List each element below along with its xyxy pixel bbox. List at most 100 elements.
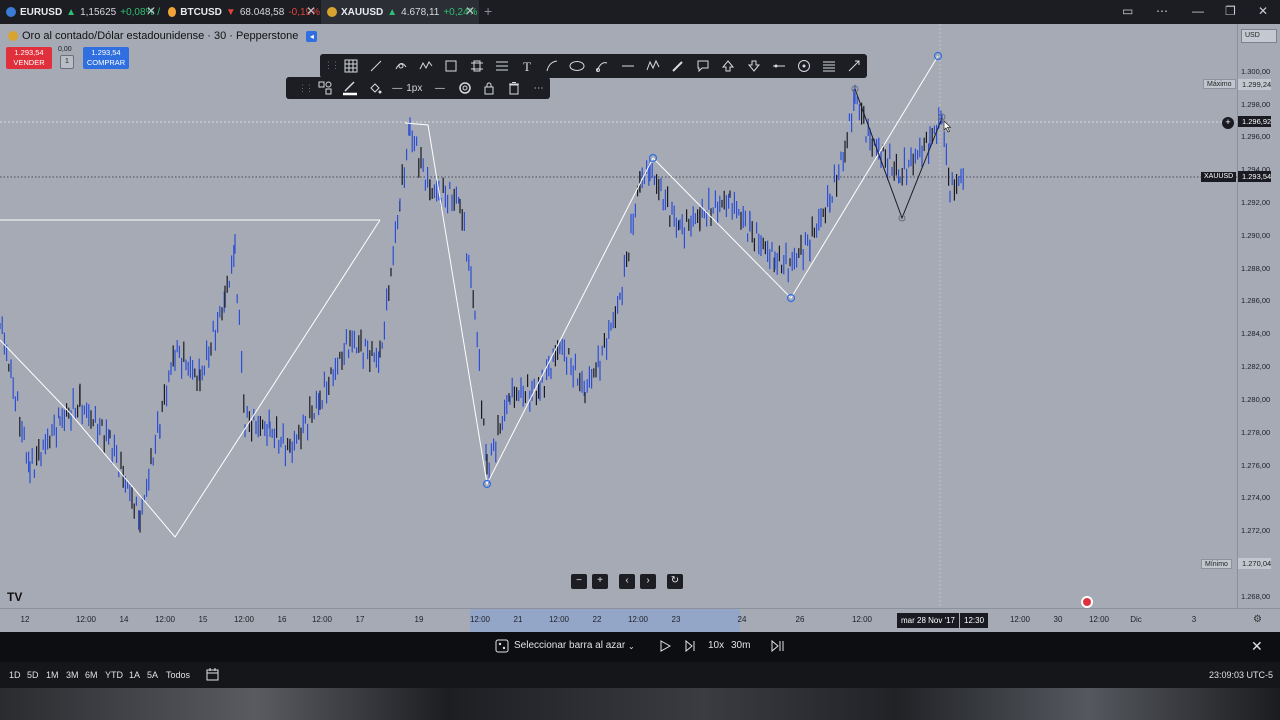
chart-title[interactable]: Oro al contado/Dólar estadounidense · 30… xyxy=(22,30,298,42)
range-button-5d[interactable]: 5D xyxy=(27,670,39,680)
bitcoin-icon xyxy=(168,7,177,17)
gold-symbol-icon xyxy=(8,31,18,41)
new-tab-icon[interactable]: + xyxy=(484,3,492,19)
price-chart[interactable] xyxy=(0,24,1237,608)
price-axis-label: 1.274,00 xyxy=(1241,493,1271,502)
chart-pane[interactable]: Oro al contado/Dólar estadounidense · 30… xyxy=(0,24,1237,608)
zoom-in-button[interactable]: + xyxy=(592,574,608,589)
maximize-icon[interactable]: ❐ xyxy=(1225,4,1236,18)
range-button-1m[interactable]: 1M xyxy=(46,670,59,680)
trendline-tool-icon[interactable] xyxy=(363,54,388,78)
text-tool-icon[interactable]: T xyxy=(514,54,539,78)
spread-box[interactable]: 1 xyxy=(60,55,74,69)
scroll-left-button[interactable]: ‹ xyxy=(619,574,635,589)
more-icon[interactable]: ⋯ xyxy=(1156,4,1168,18)
collapse-arrow-icon[interactable]: ◂ xyxy=(306,30,318,42)
replay-interval[interactable]: 30m xyxy=(731,640,750,651)
time-axis-label: 12:00 xyxy=(627,615,649,624)
fill-color-icon[interactable] xyxy=(363,77,386,99)
pencil-tool-icon[interactable] xyxy=(665,54,690,78)
curve-tool-icon[interactable] xyxy=(540,54,565,78)
template-icon[interactable] xyxy=(314,77,337,99)
price-axis-label: 1.280,00 xyxy=(1241,395,1271,404)
random-bar-icon[interactable] xyxy=(495,639,509,656)
close-replay-icon[interactable]: ✕ xyxy=(1251,638,1263,655)
range-button-1a[interactable]: 1A xyxy=(129,670,140,680)
callout-tool-icon[interactable] xyxy=(691,54,716,78)
grid-tool-icon[interactable] xyxy=(338,54,363,78)
sell-button[interactable]: 1.293,54 VENDER xyxy=(6,47,52,69)
more-options-icon[interactable]: ⋯ xyxy=(527,77,550,99)
line-color-icon[interactable] xyxy=(339,77,362,99)
pitchfork-tool-icon[interactable] xyxy=(388,54,413,78)
range-button-todos[interactable]: Todos xyxy=(166,670,190,680)
tab-eurusd[interactable]: EURUSD ▲ 1,15625 +0,08% / ✕ xyxy=(0,0,160,24)
trendline-left[interactable] xyxy=(0,219,381,538)
currency-button[interactable]: USD xyxy=(1241,29,1277,43)
parallel-channel-tool-icon[interactable] xyxy=(464,54,489,78)
range-button-5a[interactable]: 5A xyxy=(147,670,158,680)
step-forward-icon[interactable] xyxy=(684,639,696,656)
trash-icon[interactable] xyxy=(503,77,526,99)
tab-xauusd[interactable]: XAUUSD ▲ 4.678,11 +0,24% ✕ xyxy=(321,0,479,24)
select-random-bar-button[interactable]: Seleccionar barra al azar xyxy=(514,640,625,651)
clock[interactable]: 23:09:03 UTC-5 xyxy=(1209,670,1273,680)
range-button-ytd[interactable]: YTD xyxy=(105,670,123,680)
add-alert-icon[interactable]: + xyxy=(1222,117,1234,129)
scroll-right-button[interactable]: › xyxy=(640,574,656,589)
ellipse-tool-icon[interactable] xyxy=(565,54,590,78)
minimize-icon[interactable]: — xyxy=(1192,4,1204,18)
layout-icon[interactable]: ▭ xyxy=(1122,4,1133,18)
path-tool-icon[interactable] xyxy=(414,54,439,78)
calendar-icon[interactable] xyxy=(206,668,219,683)
zigzag-drawing[interactable] xyxy=(404,55,939,486)
time-axis-label: 30 xyxy=(1053,615,1063,624)
play-icon[interactable] xyxy=(659,639,672,656)
crosshair-time-tag: 12:30 xyxy=(960,613,989,628)
line-style-icon[interactable]: — xyxy=(429,77,452,99)
lock-icon[interactable] xyxy=(478,77,501,99)
chevron-down-icon[interactable]: ⌄ xyxy=(628,642,635,651)
settings-gear-icon[interactable] xyxy=(453,77,476,99)
chart-title-row: Oro al contado/Dólar estadounidense · 30… xyxy=(8,30,318,42)
range-button-1d[interactable]: 1D xyxy=(9,670,21,680)
elliott-wave-tool-icon[interactable] xyxy=(640,54,665,78)
lines-tool-icon[interactable] xyxy=(817,54,842,78)
us-flag-icon[interactable] xyxy=(1081,596,1093,608)
fib-tool-icon[interactable] xyxy=(489,54,514,78)
tab-close-icon[interactable]: ✕ xyxy=(146,4,156,18)
tab-btcusd[interactable]: BTCUSD ▼ 68.048,58 -0,19% ✕ xyxy=(162,0,320,24)
time-axis-label: 12:00 xyxy=(75,615,97,624)
reset-chart-button[interactable]: ↻ xyxy=(667,574,683,589)
brush-tool-icon[interactable] xyxy=(590,54,615,78)
range-button-3m[interactable]: 3M xyxy=(66,670,79,680)
tab-close-icon[interactable]: ✕ xyxy=(465,4,475,18)
sell-price: 1.293,54 xyxy=(14,48,44,57)
ray-tool-icon[interactable] xyxy=(766,54,791,78)
arrow-marker-tool-icon[interactable] xyxy=(842,54,867,78)
time-axis-label: 12:00 xyxy=(1088,615,1110,624)
circle-tool-icon[interactable] xyxy=(791,54,816,78)
time-axis-label: 14 xyxy=(119,615,129,624)
range-button-6m[interactable]: 6M xyxy=(85,670,98,680)
price-axis[interactable]: USD xyxy=(1237,24,1280,608)
drag-handle-icon[interactable]: ⋮⋮ xyxy=(324,60,340,71)
arrow-down-tool-icon[interactable] xyxy=(741,54,766,78)
background-photo-strip xyxy=(0,688,1280,720)
rectangle-tool-icon[interactable] xyxy=(439,54,464,78)
zoom-out-button[interactable]: − xyxy=(571,574,587,589)
buy-button[interactable]: 1.293,54 COMPRAR xyxy=(83,47,129,69)
window-close-icon[interactable]: ✕ xyxy=(1258,4,1268,18)
low-label: Mínimo xyxy=(1201,559,1232,569)
time-axis-label: 12:00 xyxy=(233,615,255,624)
line-width-selector[interactable]: —1px xyxy=(388,77,426,99)
axis-settings-icon[interactable]: ⚙ xyxy=(1253,614,1262,625)
jump-to-realtime-icon[interactable] xyxy=(771,639,785,656)
drag-handle-icon[interactable]: ⋮⋮ xyxy=(298,83,314,94)
sell-label: VENDER xyxy=(13,58,45,67)
time-axis-label: Dic xyxy=(1130,615,1142,624)
arrow-up-tool-icon[interactable] xyxy=(716,54,741,78)
horizontal-line-tool-icon[interactable] xyxy=(615,54,640,78)
tab-close-icon[interactable]: ✕ xyxy=(306,4,316,18)
replay-speed[interactable]: 10x xyxy=(708,640,724,651)
